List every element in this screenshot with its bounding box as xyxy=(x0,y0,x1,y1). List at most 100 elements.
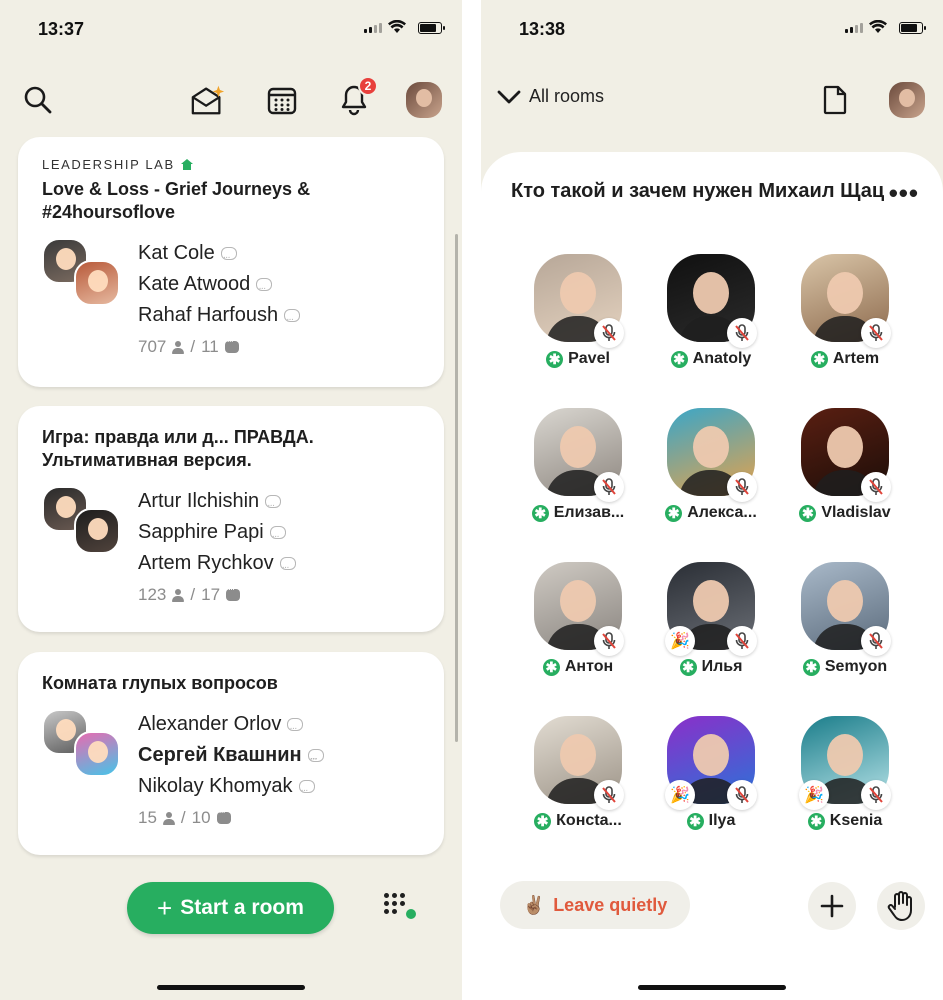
mic-off-icon xyxy=(861,626,891,656)
listener-tile[interactable]: ✱ Vladislav xyxy=(780,408,910,522)
listener-tile[interactable]: ✱ Алекса... xyxy=(646,408,776,522)
listener-name: ✱ Консta... xyxy=(513,812,643,830)
asterisk-badge-icon: ✱ xyxy=(810,350,828,368)
mic-off-icon xyxy=(727,780,757,810)
room-title: Игра: правда или д... ПРАВДА. Ультиматив… xyxy=(42,427,314,470)
speech-bubble-icon xyxy=(269,521,286,552)
speech-bubble-icon xyxy=(265,490,282,521)
speech-bubble-icon xyxy=(284,304,301,335)
raise-hand-button[interactable] xyxy=(877,882,925,930)
club-label: LEADERSHIP LAB xyxy=(42,157,420,172)
mic-off-icon xyxy=(861,472,891,502)
peace-hand-icon: ✌🏽 xyxy=(522,894,546,915)
profile-avatar[interactable] xyxy=(406,82,442,118)
room-counts: 707 / 11 xyxy=(138,336,420,357)
start-room-button[interactable]: + Start a room xyxy=(127,882,334,934)
speech-bubble-icon xyxy=(279,552,296,583)
speech-bubble-icon xyxy=(256,273,273,304)
notification-count-badge: 2 xyxy=(358,76,378,96)
online-friends-grid-icon[interactable] xyxy=(384,893,420,923)
more-options-icon[interactable]: ••• xyxy=(889,178,919,209)
room-card-2[interactable]: Игра: правда или д... ПРАВДА. Ультиматив… xyxy=(18,406,444,632)
wifi-icon xyxy=(388,20,406,33)
asterisk-badge-icon: ✱ xyxy=(686,812,704,830)
speech-bubble-icon xyxy=(220,242,237,273)
plus-icon: + xyxy=(157,893,173,923)
room-counts: 15 / 10 xyxy=(138,807,420,828)
leave-quietly-button[interactable]: ✌🏽 Leave quietly xyxy=(500,881,690,929)
person-icon xyxy=(172,340,185,354)
avatar xyxy=(74,731,120,777)
room-counts: 123 / 17 xyxy=(138,584,420,605)
listener-tile[interactable]: ✱ Антон xyxy=(513,562,643,676)
raise-hand-icon xyxy=(887,891,912,921)
invite-envelope-icon[interactable] xyxy=(190,82,226,118)
asterisk-badge-icon: ✱ xyxy=(679,658,697,676)
speaker-name: Kate Atwood xyxy=(138,269,420,304)
document-icon[interactable] xyxy=(817,82,853,118)
room-card-1[interactable]: LEADERSHIP LAB Love & Loss - Grief Journ… xyxy=(18,137,444,387)
listener-tile[interactable]: 🎉 ✱ Ksenia xyxy=(780,716,910,830)
add-button[interactable] xyxy=(808,882,856,930)
speaker-name: Rahaf Harfoush xyxy=(138,300,420,335)
speaker-name: Alexander Orlov xyxy=(138,709,420,744)
speech-bubble-icon xyxy=(298,775,315,806)
plus-icon xyxy=(820,894,844,918)
speaker-name: Сергей Квашнин xyxy=(138,740,420,775)
room-card-3[interactable]: Комната глупых вопросов Alexander Orlov … xyxy=(18,652,444,855)
speaker-name: Artur Ilchishin xyxy=(138,486,420,521)
listener-tile[interactable]: ✱ Semyon xyxy=(780,562,910,676)
asterisk-badge-icon: ✱ xyxy=(665,504,683,522)
room-screen: 13:38 All rooms Кто такой и зачем нужен … xyxy=(481,0,943,1000)
status-time: 13:38 xyxy=(519,19,566,39)
scrollbar[interactable] xyxy=(455,234,458,742)
chat-icon xyxy=(224,336,239,353)
asterisk-badge-icon: ✱ xyxy=(546,350,564,368)
listener-tile[interactable]: ✱ Консta... xyxy=(513,716,643,830)
listener-tile[interactable]: ✱ Елизав... xyxy=(513,408,643,522)
listener-name: ✱ Vladislav xyxy=(780,504,910,522)
mic-off-icon xyxy=(594,626,624,656)
speech-bubble-icon xyxy=(287,713,304,744)
mic-off-icon xyxy=(727,318,757,348)
listener-name: ✱ Artem xyxy=(780,350,910,368)
speaker-group: Kat Cole Kate Atwood Rahaf Harfoush 707 … xyxy=(42,238,420,357)
avatar xyxy=(74,260,120,306)
mic-off-icon xyxy=(861,780,891,810)
speaker-group: Alexander Orlov Сергей Квашнин Nikolay K… xyxy=(42,709,420,828)
home-indicator[interactable] xyxy=(157,985,305,990)
room-title: Комната глупых вопросов xyxy=(42,673,278,693)
avatar xyxy=(74,508,120,554)
listener-tile[interactable]: ✱ Anatoly xyxy=(646,254,776,368)
search-icon[interactable] xyxy=(20,82,56,118)
battery-icon xyxy=(418,22,445,34)
asterisk-badge-icon: ✱ xyxy=(531,504,549,522)
speaker-name: Artem Rychkov xyxy=(138,548,420,583)
home-indicator[interactable] xyxy=(638,985,786,990)
room-title: Love & Loss - Grief Journeys & #24hourso… xyxy=(42,179,311,222)
signal-icon xyxy=(364,23,382,33)
profile-avatar[interactable] xyxy=(889,82,925,118)
speaker-avatars xyxy=(42,486,138,556)
listener-name: ✱ Ilya xyxy=(646,812,776,830)
wifi-icon xyxy=(869,20,887,33)
room-title: Кто такой и зачем нужен Михаил Щац xyxy=(511,180,885,202)
listener-name: ✱ Антон xyxy=(513,658,643,676)
speaker-name: Kat Cole xyxy=(138,238,420,273)
listener-tile[interactable]: 🎉 ✱ Ilya xyxy=(646,716,776,830)
all-rooms-back-button[interactable]: All rooms xyxy=(497,86,604,107)
speech-bubble-icon xyxy=(307,744,324,775)
listener-tile[interactable]: 🎉 ✱ Илья xyxy=(646,562,776,676)
mic-off-icon xyxy=(727,626,757,656)
listener-tile[interactable]: ✱ Artem xyxy=(780,254,910,368)
battery-icon xyxy=(899,22,926,34)
listener-tile[interactable]: ✱ Pavel xyxy=(513,254,643,368)
asterisk-badge-icon: ✱ xyxy=(670,350,688,368)
notifications-bell-icon[interactable]: 2 xyxy=(336,76,378,118)
chat-icon xyxy=(226,584,241,601)
mic-off-icon xyxy=(727,472,757,502)
calendar-icon[interactable] xyxy=(264,82,300,118)
speaker-avatars xyxy=(42,238,138,308)
mic-off-icon xyxy=(861,318,891,348)
listener-name: ✱ Ksenia xyxy=(780,812,910,830)
